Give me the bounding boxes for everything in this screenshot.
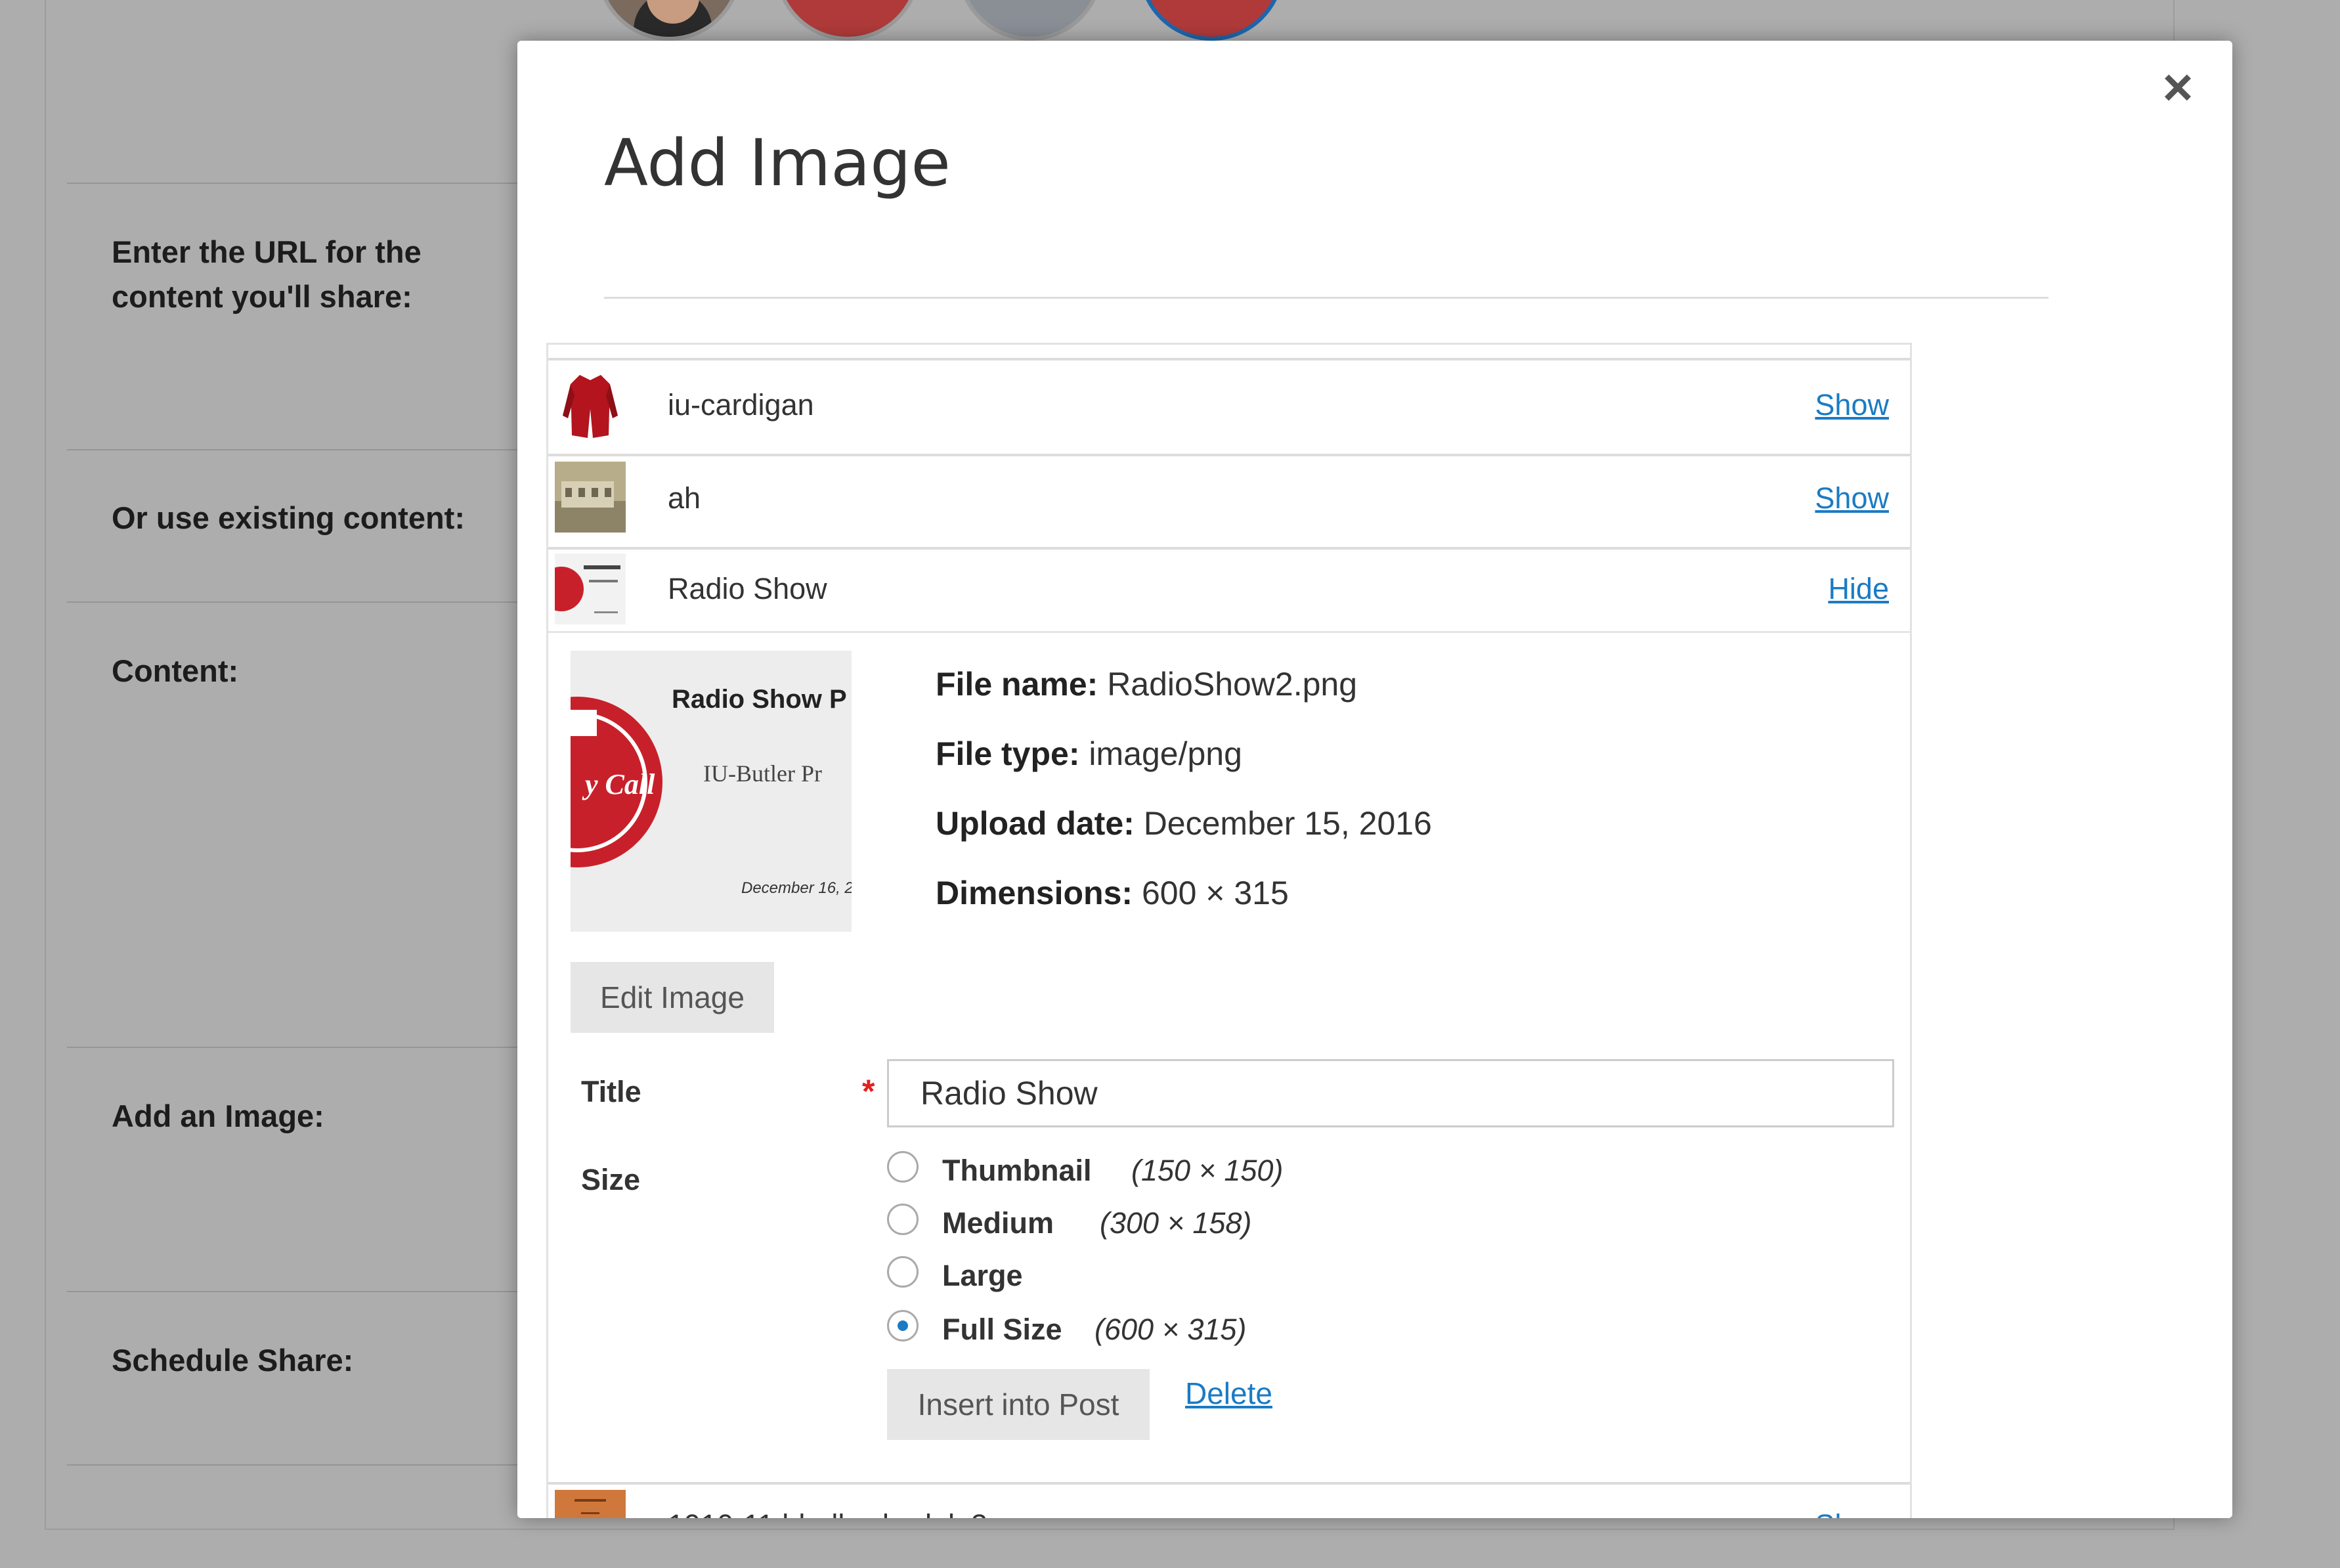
edit-image-button[interactable]: Edit Image xyxy=(571,962,774,1033)
show-link[interactable]: Show xyxy=(1815,1508,1889,1518)
upload-date-meta: Upload date: December 15, 2016 xyxy=(936,804,1432,842)
add-image-label: Add an Image: xyxy=(112,1099,324,1133)
required-marker: * xyxy=(862,1073,875,1110)
file-type-meta: File type: image/png xyxy=(936,735,1242,773)
divider xyxy=(67,1047,540,1048)
radio-thumbnail[interactable] xyxy=(887,1151,919,1183)
url-label: Enter the URL for the content you'll sha… xyxy=(112,234,422,314)
cardigan-thumbnail xyxy=(555,370,626,441)
list-item-expanded[interactable]: Radio Show Hide y Call Radio Show P IU-B… xyxy=(548,547,1910,1482)
item-label: Radio Show xyxy=(668,572,827,605)
divider xyxy=(604,297,2048,299)
size-option-label: Medium xyxy=(942,1206,1054,1240)
upload-date-value: December 15, 2016 xyxy=(1143,805,1432,842)
size-option-dimensions: (600 × 315) xyxy=(1094,1313,1247,1346)
file-type-value: image/png xyxy=(1089,735,1242,772)
schedule-thumbnail xyxy=(555,1490,626,1518)
divider xyxy=(67,1291,540,1292)
file-name-label: File name: xyxy=(936,666,1098,703)
file-name-meta: File name: RadioShow2.png xyxy=(936,665,1357,703)
divider xyxy=(548,631,1910,633)
item-label: iu-cardigan xyxy=(668,388,814,422)
hide-link[interactable]: Hide xyxy=(1828,572,1889,606)
radio-full-size[interactable] xyxy=(887,1310,919,1341)
modal-title: Add Image xyxy=(604,126,951,201)
image-preview: y Call Radio Show P IU-Butler Pr Decembe… xyxy=(571,651,852,932)
list-item[interactable]: 1910-11 bball schedule3 Show xyxy=(548,1482,1910,1518)
preview-subtitle-text: IU-Butler Pr xyxy=(703,760,822,787)
divider xyxy=(67,449,540,450)
close-icon[interactable]: × xyxy=(2155,61,2201,114)
image-list[interactable]: iu-cardigan Show ah Show Radio Show Hide… xyxy=(546,343,1912,1518)
size-label: Size xyxy=(581,1163,641,1196)
radio-large[interactable] xyxy=(887,1256,919,1288)
title-label: Title xyxy=(581,1075,641,1108)
dimensions-label: Dimensions: xyxy=(936,875,1133,911)
size-option-label: Full Size xyxy=(942,1313,1062,1346)
content-label: Content: xyxy=(112,653,239,688)
upload-date-label: Upload date: xyxy=(936,805,1135,842)
file-name-value: RadioShow2.png xyxy=(1107,666,1358,703)
show-link[interactable]: Show xyxy=(1815,481,1889,515)
building-thumbnail xyxy=(555,462,626,533)
divider xyxy=(67,183,540,184)
schedule-share-label: Schedule Share: xyxy=(112,1343,354,1378)
file-type-label: File type: xyxy=(936,735,1080,772)
size-option-dimensions: (300 × 158) xyxy=(1100,1206,1252,1240)
item-label: 1910-11 bball schedule3 xyxy=(668,1508,987,1518)
show-link[interactable]: Show xyxy=(1815,388,1889,422)
size-option-label: Thumbnail xyxy=(942,1154,1092,1187)
divider xyxy=(67,601,540,603)
size-option-label: Large xyxy=(942,1259,1023,1292)
radio-medium[interactable] xyxy=(887,1204,919,1235)
add-image-modal: × Add Image iu-cardigan Show ah Show Rad… xyxy=(517,41,2232,1518)
divider xyxy=(67,1464,540,1466)
dimensions-meta: Dimensions: 600 × 315 xyxy=(936,874,1289,912)
list-item[interactable]: ah Show xyxy=(548,454,1910,547)
size-option-dimensions: (150 × 150) xyxy=(1131,1154,1284,1187)
insert-into-post-button[interactable]: Insert into Post xyxy=(887,1369,1150,1440)
preview-logo-text: y Call xyxy=(585,768,655,800)
item-label: ah xyxy=(668,481,701,515)
dimensions-value: 600 × 315 xyxy=(1141,875,1289,911)
image-detail-panel: y Call Radio Show P IU-Butler Pr Decembe… xyxy=(548,634,1910,1482)
radio-show-thumbnail xyxy=(555,554,626,624)
preview-date-text: December 16, 20 xyxy=(741,879,852,897)
list-item[interactable]: iu-cardigan Show xyxy=(548,358,1910,454)
delete-link[interactable]: Delete xyxy=(1185,1376,1272,1411)
preview-title-text: Radio Show P xyxy=(672,685,847,714)
title-input[interactable] xyxy=(887,1059,1894,1127)
existing-content-label: Or use existing content: xyxy=(112,500,465,535)
